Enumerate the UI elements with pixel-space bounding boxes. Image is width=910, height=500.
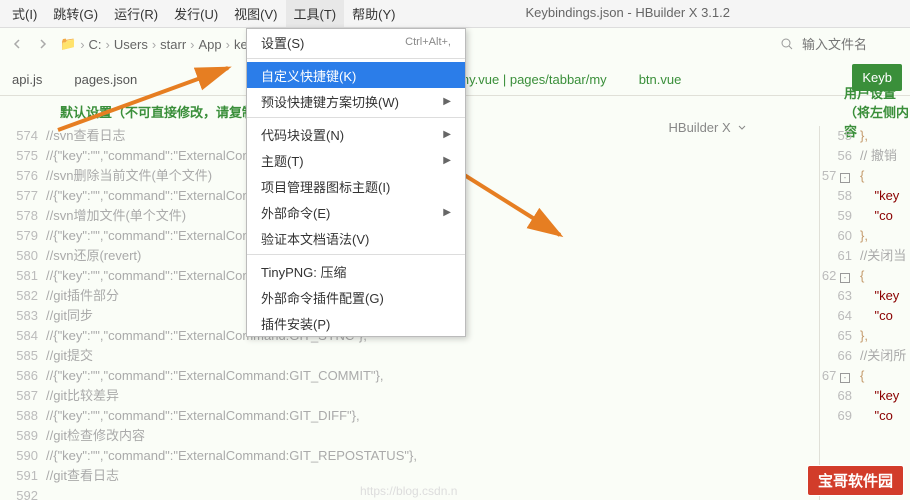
watermark-badge: 宝哥软件园 xyxy=(807,465,904,496)
menu-item[interactable]: 工具(T) xyxy=(286,0,345,27)
menu-item[interactable]: 运行(R) xyxy=(106,0,166,27)
editor-right-pane[interactable]: 555657 -5859606162 -6364656667 -6869 },/… xyxy=(820,126,910,500)
menubar: 式(I)跳转(G)运行(R)发行(U)视图(V)工具(T)帮助(Y) xyxy=(0,0,910,28)
tab-btnvue[interactable]: btn.vue xyxy=(635,66,686,95)
window-title: Keybindings.json - HBuilder X 3.1.2 xyxy=(525,5,730,20)
dropdown-item[interactable]: 自定义快捷键(K) xyxy=(247,62,465,88)
csdn-watermark: https://blog.csdn.n xyxy=(360,484,457,498)
search-icon[interactable] xyxy=(778,35,796,53)
dropdown-item[interactable]: 预设快捷键方案切换(W)▶ xyxy=(247,88,465,114)
search-box xyxy=(778,35,902,53)
search-input[interactable] xyxy=(802,37,902,52)
dropdown-item[interactable]: 外部命令(E)▶ xyxy=(247,199,465,225)
tools-dropdown-menu: 设置(S)Ctrl+Alt+, 自定义快捷键(K)预设快捷键方案切换(W)▶ 代码块… xyxy=(246,28,466,337)
dropdown-item[interactable]: TinyPNG: 压缩 xyxy=(247,258,465,284)
dropdown-item[interactable]: 插件安装(P) xyxy=(247,310,465,336)
menu-item[interactable]: 式(I) xyxy=(4,0,45,27)
dropdown-item[interactable]: 主题(T)▶ xyxy=(247,147,465,173)
menu-item[interactable]: 跳转(G) xyxy=(45,0,106,27)
dropdown-item[interactable]: 代码块设置(N)▶ xyxy=(247,121,465,147)
tab-api[interactable]: api.js xyxy=(8,66,46,95)
menu-item[interactable]: 发行(U) xyxy=(166,0,226,27)
dropdown-item[interactable]: 验证本文档语法(V) xyxy=(247,225,465,251)
dropdown-item[interactable]: 项目管理器图标主题(I) xyxy=(247,173,465,199)
dropdown-item[interactable]: 外部命令插件配置(G) xyxy=(247,284,465,310)
back-icon[interactable] xyxy=(8,35,26,53)
dropdown-item[interactable]: 设置(S)Ctrl+Alt+, xyxy=(247,29,465,55)
forward-icon[interactable] xyxy=(34,35,52,53)
annotation-arrow-1 xyxy=(48,60,248,140)
menu-item[interactable]: 视图(V) xyxy=(226,0,285,27)
menu-item[interactable]: 帮助(Y) xyxy=(344,0,403,27)
